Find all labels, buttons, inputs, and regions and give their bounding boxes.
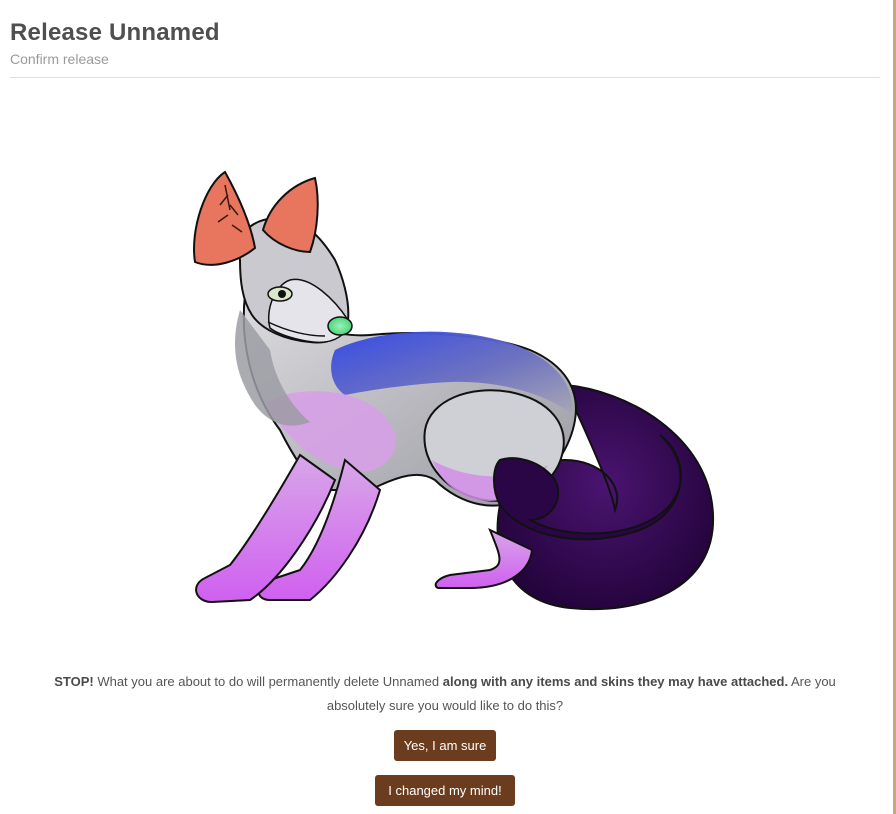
confirm-release-button[interactable]: Yes, I am sure xyxy=(394,730,496,761)
fox-nose xyxy=(327,316,353,336)
page-subtitle: Confirm release xyxy=(10,51,109,67)
fox-illustration xyxy=(193,170,715,611)
cancel-release-button[interactable]: I changed my mind! xyxy=(375,775,515,806)
release-page: Release Unnamed Confirm release STOP! Wh… xyxy=(0,0,896,814)
warning-text-1: What you are about to do will permanentl… xyxy=(93,674,443,689)
page-header: Release Unnamed Confirm release xyxy=(10,18,880,68)
page-title: Release Unnamed xyxy=(10,19,220,46)
warning-bold-text: along with any items and skins they may … xyxy=(442,674,789,689)
stop-label: STOP! xyxy=(54,674,94,689)
pet-image xyxy=(170,160,730,620)
release-warning: STOP! What you are about to do will perm… xyxy=(40,670,850,718)
header-divider xyxy=(10,77,880,78)
